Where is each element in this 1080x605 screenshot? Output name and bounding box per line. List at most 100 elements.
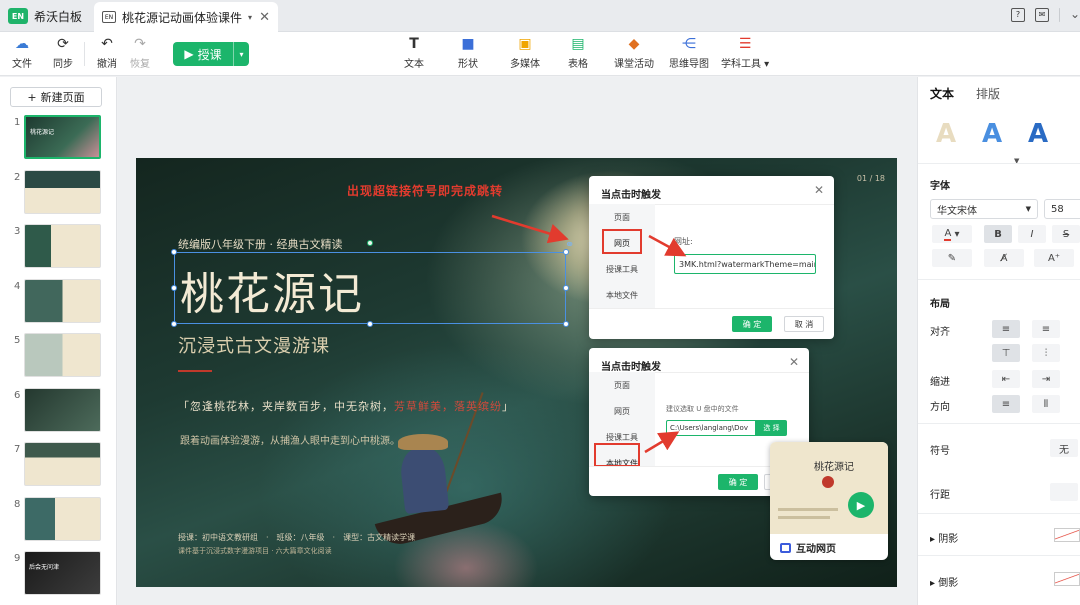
align-center-icon[interactable]: ≡ [1032, 320, 1060, 338]
page-thumbnail[interactable] [24, 496, 101, 541]
page-number: 4 [14, 280, 21, 292]
shape-tool-label: 形状 [458, 59, 478, 70]
page-number: 8 [14, 498, 21, 510]
mail-icon[interactable]: ✉ [1035, 8, 1049, 22]
toolbar-divider [84, 42, 85, 66]
chevron-down-icon[interactable]: ▾ [248, 13, 252, 22]
line-spacing-label: 行距 [930, 490, 950, 501]
page-thumbnail[interactable] [24, 169, 101, 214]
text-icon: T [409, 36, 419, 52]
card-label-text: 互动网页 [796, 544, 836, 555]
clear-format-icon[interactable]: A̸ [984, 249, 1024, 267]
sync-button[interactable]: ⟳ 同步 [53, 36, 73, 70]
page-thumbnail-row[interactable]: 6 [0, 387, 117, 434]
activity-tool-label: 课堂活动 [614, 59, 654, 70]
page-thumbnail[interactable] [24, 224, 101, 268]
font-color-button[interactable]: A ▾ [932, 225, 972, 243]
redo-button[interactable]: ↷ 恢复 [130, 36, 150, 70]
undo-button[interactable]: ↶ 撤消 [97, 36, 117, 70]
teach-button[interactable]: ▶ 授课 ▾ [173, 42, 249, 66]
play-button[interactable]: ▶ [848, 492, 874, 518]
page-thumbnail-row[interactable]: 4 [0, 278, 117, 325]
mindmap-tool-button[interactable]: ⋲ 思维导图 [669, 36, 709, 70]
page-thumbnail[interactable] [24, 442, 101, 486]
close-tab-icon[interactable]: ✕ [259, 10, 270, 25]
section-divider [918, 555, 1080, 556]
page-thumbnail-row[interactable]: 8 [0, 496, 117, 543]
page-thumbnail-row[interactable]: 3 [0, 224, 117, 270]
font-family-select[interactable]: 华文宋体 ▼ [930, 199, 1038, 219]
app-tab[interactable]: EN 希沃白板 [8, 5, 82, 27]
font-size-input[interactable]: 58 [1044, 199, 1080, 219]
table-tool-button[interactable]: ▤ 表格 [568, 36, 588, 70]
sync-icon: ⟳ [57, 36, 69, 52]
teach-dropdown-icon[interactable]: ▾ [233, 42, 249, 66]
chevron-down-icon: ▼ [1025, 205, 1031, 213]
chevron-icon[interactable]: ⌄ [1070, 8, 1080, 22]
indent-decrease-icon[interactable]: ⇤ [992, 370, 1020, 388]
indent-label: 缩进 [930, 377, 950, 388]
tab-layout[interactable]: 排版 [976, 85, 1000, 102]
valign-top-icon[interactable]: ⊤ [992, 344, 1020, 362]
line-spacing-input[interactable] [1050, 483, 1078, 501]
activity-icon: ◆ [628, 36, 640, 52]
interactive-webpage-card[interactable]: 桃花源记 ▶ 互动网页 [770, 442, 888, 560]
link-trigger-dialog-web: 当点击时触发 ✕ 页面 网页 授课工具 本地文件 网址: 3MK.html?wa… [589, 176, 834, 339]
activity-tool-button[interactable]: ◆ 课堂活动 [614, 36, 654, 70]
reflection-toggle[interactable]: ▸ 倒影 [930, 574, 958, 589]
card-label: 互动网页 [780, 540, 836, 555]
page-thumbnail-row[interactable]: 2 [0, 169, 117, 216]
text-tool-button[interactable]: T 文本 [404, 36, 424, 70]
reflection-preview[interactable] [1054, 572, 1080, 586]
shadow-toggle[interactable]: ▸ 阴影 [930, 530, 958, 545]
media-tool-button[interactable]: ▣ 多媒体 [510, 36, 540, 70]
document-icon: EN [102, 11, 116, 23]
cloud-icon: ☁ [15, 36, 29, 52]
new-page-label: 新建页面 [40, 91, 85, 104]
table-tool-label: 表格 [568, 59, 588, 70]
teach-main[interactable]: ▶ 授课 [173, 46, 233, 63]
properties-panel: 文本 排版 A A A ▼ 字体 华文宋体 ▼ 58 A ▾ B I S ✎ A… [917, 77, 1080, 605]
font-section-title: 字体 [930, 181, 950, 192]
page-thumbnail[interactable] [24, 278, 101, 323]
valign-middle-icon[interactable]: ⫶ [1032, 344, 1060, 362]
page-thumbnail-row[interactable]: 7 [0, 442, 117, 488]
help-icon[interactable]: ? [1011, 8, 1025, 22]
file-menu-button[interactable]: ☁ 文件 [12, 36, 32, 70]
text-style-sample[interactable]: A [982, 119, 1002, 149]
horizontal-text-icon[interactable]: ≡ [992, 395, 1020, 413]
page-thumbnail[interactable] [24, 387, 101, 432]
page-number: 3 [14, 226, 21, 237]
page-thumbnail[interactable] [24, 333, 101, 377]
document-tab[interactable]: EN 桃花源记动画体验课件 ▾ ✕ [94, 2, 278, 32]
indent-increase-icon[interactable]: ⇥ [1032, 370, 1060, 388]
redo-icon: ↷ [134, 36, 146, 52]
tab-text[interactable]: 文本 [930, 85, 954, 102]
page-thumbnail[interactable]: 桃花源记 [24, 115, 101, 159]
page-thumbnail-row[interactable]: 5 [0, 333, 117, 379]
vertical-text-icon[interactable]: ⦀ [1032, 395, 1060, 413]
subject-tool-button[interactable]: ☰ 学科工具 ▾ [721, 36, 769, 70]
thumbnail-title: 桃花源记 [30, 129, 55, 136]
strikethrough-button[interactable]: S [1052, 225, 1080, 243]
play-icon: ▶ [184, 47, 194, 61]
format-painter-icon[interactable]: ✎ [932, 249, 972, 267]
webpage-icon [780, 542, 791, 553]
page-thumbnail-row[interactable]: 1 桃花源记 [0, 115, 117, 161]
align-label: 对齐 [930, 327, 950, 338]
mindmap-tool-label: 思维导图 [669, 59, 709, 70]
symbol-select[interactable]: 无 [1050, 439, 1078, 457]
page-thumbnail[interactable]: 后会无问津 [24, 551, 101, 595]
shape-tool-button[interactable]: ■ 形状 [458, 36, 478, 70]
new-page-button[interactable]: + 新建页面 [10, 87, 102, 107]
align-left-icon[interactable]: ≡ [992, 320, 1020, 338]
text-style-sample[interactable]: A [1028, 119, 1048, 149]
font-grow-icon[interactable]: A⁺ [1034, 249, 1074, 267]
page-number: 7 [14, 444, 21, 455]
page-thumbnail-row[interactable]: 9 后会无问津 [0, 551, 117, 597]
text-style-sample[interactable]: A [936, 119, 956, 149]
card-text-line [778, 508, 838, 511]
bold-button[interactable]: B [984, 225, 1012, 243]
shadow-preview[interactable] [1054, 528, 1080, 542]
italic-button[interactable]: I [1018, 225, 1046, 243]
